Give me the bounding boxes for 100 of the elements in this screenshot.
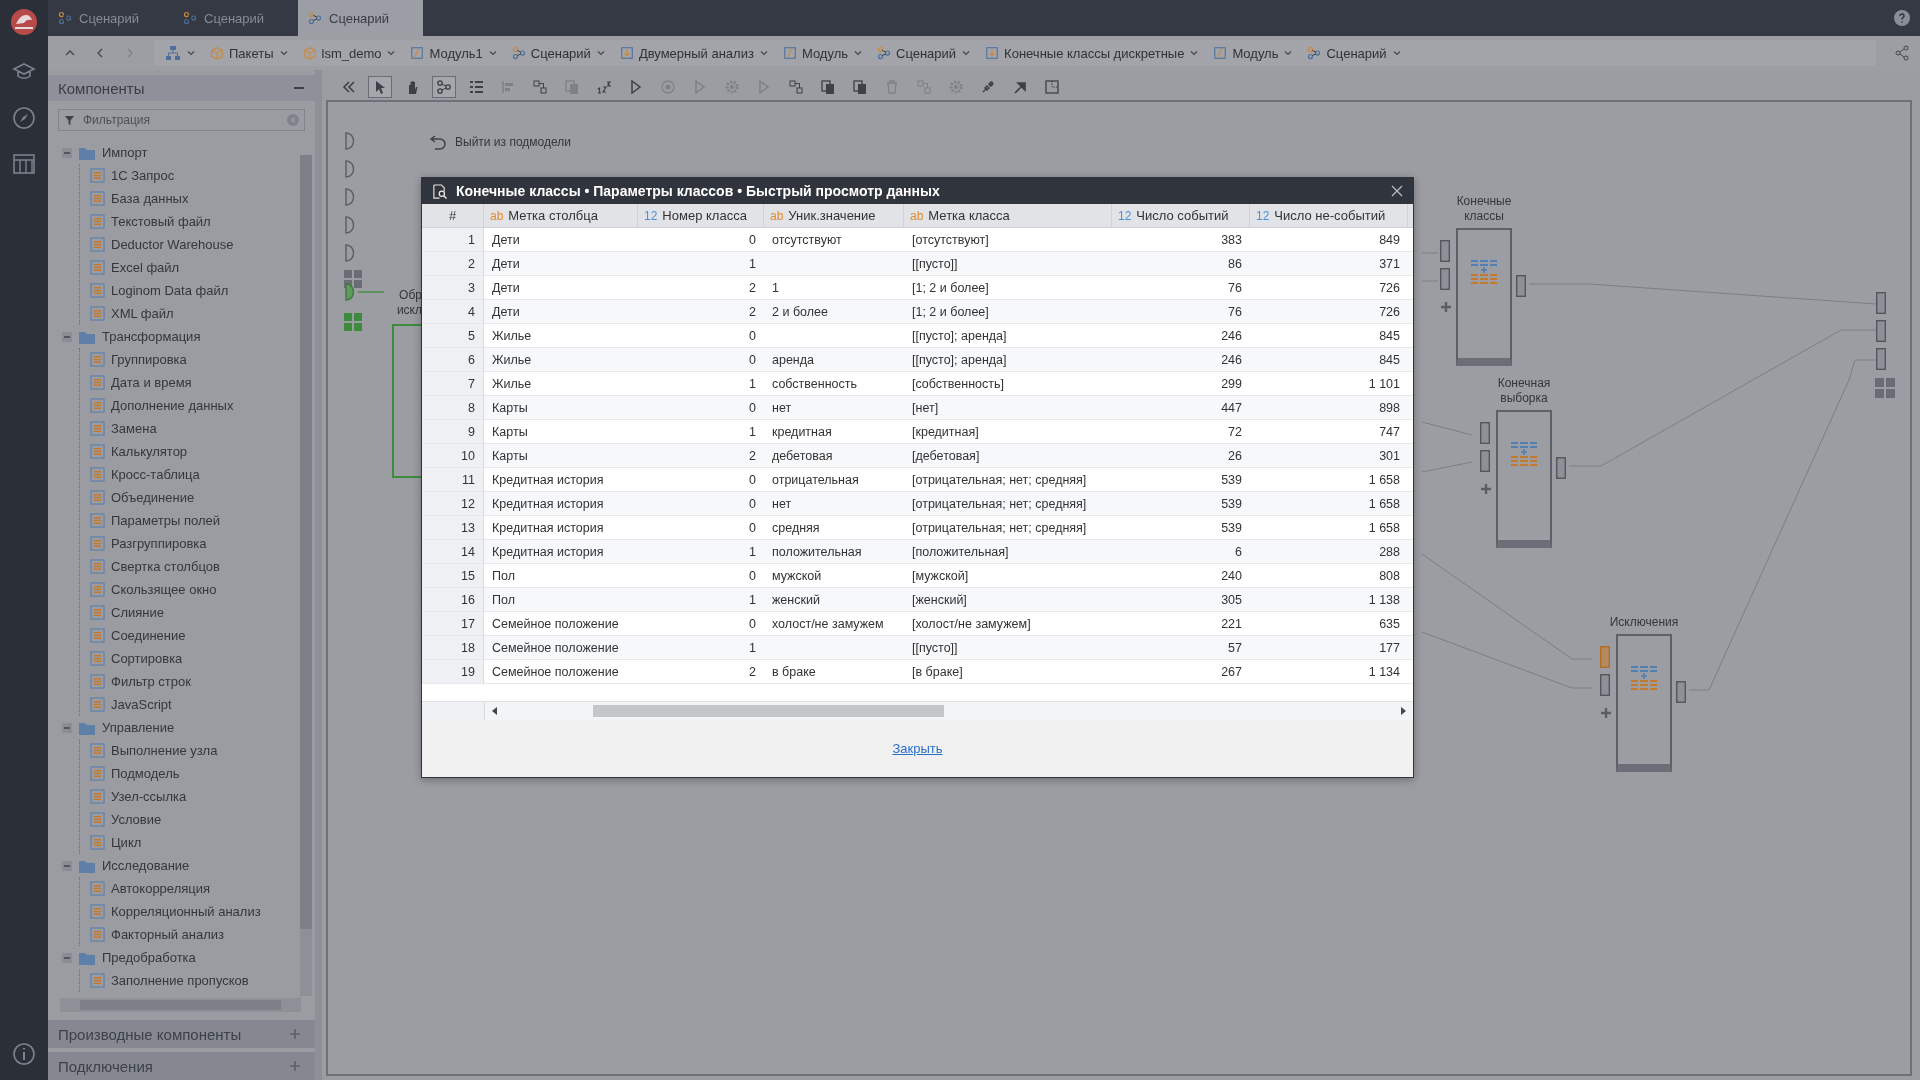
input-port[interactable] [1440, 268, 1450, 290]
tree-item[interactable]: Калькулятор [90, 440, 300, 463]
plus-icon[interactable] [1441, 302, 1451, 312]
breadcrumb-item[interactable]: Модуль [777, 43, 868, 63]
port-icon[interactable] [345, 188, 355, 206]
output-port[interactable] [1516, 275, 1526, 297]
tree-item[interactable]: Подмодель [90, 762, 300, 785]
tree-folder[interactable]: Предобработка [62, 946, 300, 969]
output-port[interactable] [1876, 320, 1886, 342]
tree-folder[interactable]: Трансформация [62, 325, 300, 348]
tree-item[interactable]: Замена [90, 417, 300, 440]
tree-item[interactable]: Deductor Warehouse [90, 233, 300, 256]
output-port[interactable] [1876, 292, 1886, 314]
breadcrumb-item[interactable]: Пакеты [205, 43, 294, 63]
info-icon[interactable] [12, 1042, 36, 1066]
breadcrumb-item[interactable]: Сценарий [872, 43, 977, 63]
tree-item[interactable]: Заполнение пропусков [90, 969, 300, 992]
tree-item[interactable]: Соединение [90, 624, 300, 647]
tree-item[interactable]: Excel файл [90, 256, 300, 279]
collapse-toggle-icon[interactable] [62, 952, 72, 963]
collapse-toggle-icon[interactable] [62, 331, 72, 342]
breadcrumb-item[interactable]: Модуль [1208, 43, 1299, 63]
scenario-tab[interactable]: Сценарий [48, 0, 173, 36]
port-icon[interactable] [345, 283, 355, 301]
tree-item[interactable]: Параметры полей [90, 509, 300, 532]
close-icon[interactable] [1391, 185, 1403, 197]
filter-field[interactable]: Фильтрация [58, 109, 305, 131]
breadcrumb-item[interactable]: Сценарий [506, 43, 611, 63]
column-header[interactable]: 12 Номер класса [638, 204, 764, 227]
output-port[interactable] [1876, 348, 1886, 370]
tree-item[interactable]: Дополнение данных [90, 394, 300, 417]
tree-folder[interactable]: Управление [62, 716, 300, 739]
input-port[interactable] [1600, 674, 1610, 696]
collapse-toggle-icon[interactable] [62, 860, 72, 871]
tree-item[interactable]: Текстовый файл [90, 210, 300, 233]
tree-item[interactable]: Объединение [90, 486, 300, 509]
input-port[interactable] [1480, 422, 1490, 444]
tree-item[interactable]: Слияние [90, 601, 300, 624]
output-port[interactable] [1556, 457, 1566, 479]
tree-item[interactable]: Разгруппировка [90, 532, 300, 555]
collapsed-panel[interactable]: Производные компоненты [48, 1020, 315, 1048]
tree-item[interactable]: Loginom Data файл [90, 279, 300, 302]
breadcrumb-item[interactable]: Модуль1 [405, 43, 503, 63]
grid-icon[interactable] [1875, 378, 1895, 398]
help-icon[interactable] [1894, 10, 1910, 26]
column-header[interactable]: # [422, 204, 484, 227]
breadcrumb-item[interactable]: lsm_demo [297, 43, 402, 63]
tree-folder[interactable]: Исследование [62, 854, 300, 877]
plus-icon[interactable] [289, 1060, 301, 1072]
column-header[interactable]: 12 Число не-событий [1250, 204, 1408, 227]
tree-item[interactable]: Выполнение узла [90, 739, 300, 762]
breadcrumb-item[interactable]: Конечные классы дискретные [980, 43, 1205, 63]
breadcrumb-item[interactable]: Сценарий [1302, 43, 1407, 63]
left-arrow-icon[interactable] [491, 707, 497, 715]
tree-item[interactable]: Скользящее окно [90, 578, 300, 601]
scenario-tab[interactable]: Сценарий [173, 0, 298, 36]
collapse-toggle-icon[interactable] [62, 147, 72, 158]
plus-icon[interactable] [1481, 484, 1491, 494]
tree-item[interactable]: Цикл [90, 831, 300, 854]
grid-icon[interactable] [344, 313, 362, 331]
scrollbar[interactable] [60, 998, 301, 1012]
right-arrow-icon[interactable] [1401, 707, 1407, 715]
tree-item[interactable]: Сортировка [90, 647, 300, 670]
tree-item[interactable]: Группировка [90, 348, 300, 371]
tool-button[interactable] [368, 76, 392, 98]
scenario-tab[interactable]: Сценарий [298, 0, 423, 36]
port-icon[interactable] [345, 244, 355, 262]
breadcrumb-item[interactable]: Двумерный анализ [614, 43, 774, 63]
collapsed-panel[interactable]: Подключения [48, 1052, 315, 1080]
scrollbar[interactable] [300, 155, 312, 996]
output-port[interactable] [1676, 681, 1686, 703]
tree-item[interactable]: 1С Запрос [90, 164, 300, 187]
table-icon[interactable] [12, 152, 36, 176]
tree-item[interactable]: Кросс-таблица [90, 463, 300, 486]
tree-item[interactable]: JavaScript [90, 693, 300, 716]
tree-item[interactable]: Дата и время [90, 371, 300, 394]
exit-submodel-link[interactable]: Выйти из подмодели [429, 134, 571, 150]
scrollbar[interactable] [485, 702, 1413, 720]
column-header[interactable]: ab Уник.значение [764, 204, 904, 227]
input-port[interactable] [1600, 646, 1610, 668]
tree-folder[interactable]: Импорт [62, 141, 300, 164]
tree-item[interactable]: Автокорреляция [90, 877, 300, 900]
port-icon[interactable] [345, 132, 355, 150]
input-port[interactable] [1480, 450, 1490, 472]
tree-item[interactable]: Узел-ссылка [90, 785, 300, 808]
clear-icon[interactable] [287, 114, 299, 126]
tree-item[interactable]: Факторный анализ [90, 923, 300, 946]
column-header[interactable]: ab Метка столбца [484, 204, 638, 227]
tree-item[interactable]: XML файл [90, 302, 300, 325]
tool-button[interactable] [432, 76, 456, 98]
tree-item[interactable]: База данных [90, 187, 300, 210]
tree-item[interactable]: Условие [90, 808, 300, 831]
port-icon[interactable] [345, 216, 355, 234]
compass-icon[interactable] [12, 106, 36, 130]
port-icon[interactable] [345, 160, 355, 178]
collapse-toggle-icon[interactable] [62, 722, 72, 733]
plus-icon[interactable] [289, 1028, 301, 1040]
close-link[interactable]: Закрыть [892, 741, 943, 756]
plus-icon[interactable] [1601, 708, 1611, 718]
share-icon[interactable] [1894, 45, 1910, 61]
